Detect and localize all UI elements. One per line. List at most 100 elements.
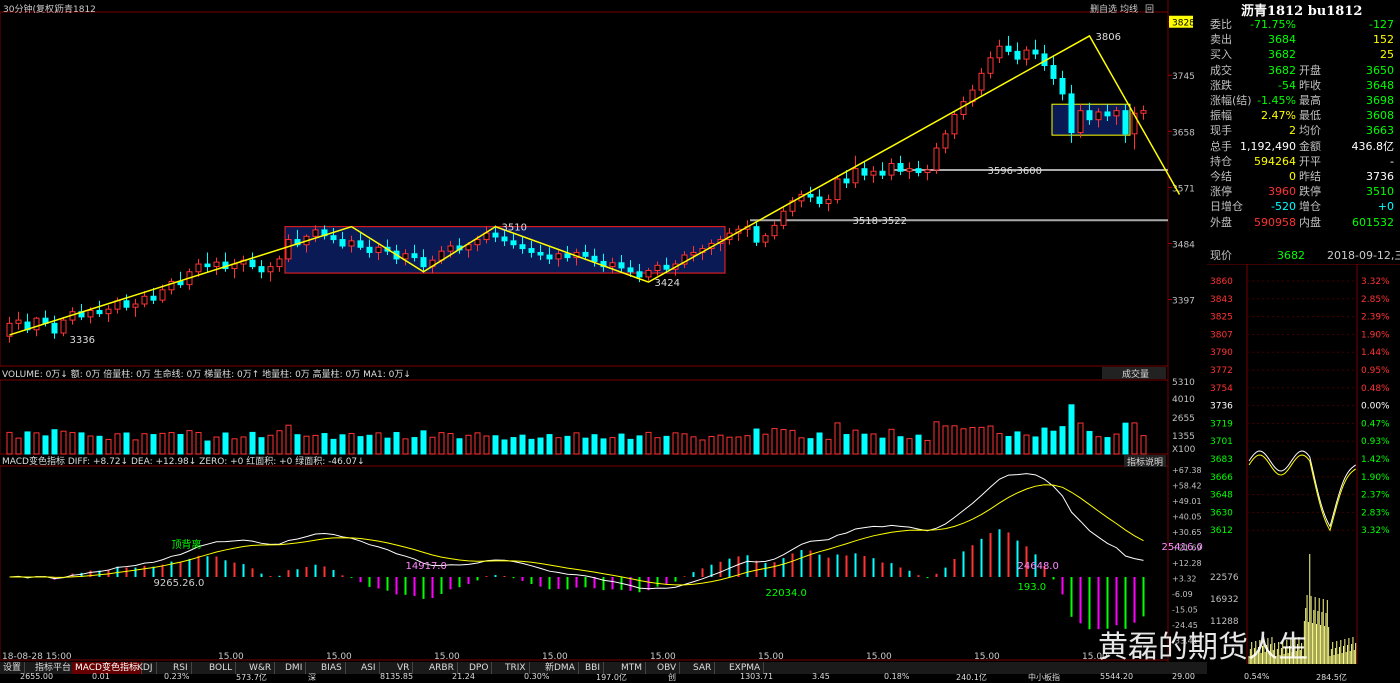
quote-value: 0: [1289, 170, 1296, 183]
status-value: 0.18%: [884, 672, 910, 681]
quote-label: 增仓: [1299, 200, 1321, 214]
candle-body: [132, 303, 139, 308]
volume-bar: [663, 435, 670, 455]
candle-body: [267, 266, 274, 273]
mini-right-tick: 3.32%: [1361, 277, 1390, 287]
chart-area[interactable]: 3745 3658 3571 3484 3397 3828 3336 3510 3424 3518…: [0, 0, 1400, 682]
quote-label: 持仓: [1210, 154, 1232, 168]
symbol-label: 沥青1812: [55, 5, 96, 15]
indicator-tab[interactable]: BIAS: [318, 662, 346, 674]
mini-left-tick: 3683: [1210, 455, 1233, 465]
price-annotation: 3510: [502, 223, 527, 234]
volume-bar: [735, 436, 742, 455]
volume-bar: [825, 438, 832, 455]
price-annotation: 3596-3600: [988, 166, 1043, 177]
time-axis-label: 15.00: [434, 652, 460, 662]
quote-label: 现手: [1210, 124, 1232, 138]
volume-bar: [627, 438, 634, 455]
indicator-tab[interactable]: KDJ: [134, 662, 157, 674]
quote-label: 最低: [1299, 109, 1321, 123]
quote-value: 3698: [1366, 94, 1394, 107]
candle-body: [564, 253, 571, 259]
mini-left-tick: 3719: [1210, 419, 1233, 429]
candle-body: [888, 163, 895, 176]
quote-label: 金额: [1299, 139, 1321, 153]
candle-body: [492, 232, 499, 238]
kline-chart-svg[interactable]: 3745365835713484339738283336351034243518…: [0, 0, 1207, 662]
time-axis-label: 15.00: [650, 652, 676, 662]
indicator-tab[interactable]: ASI: [358, 662, 380, 674]
volume-bar: [609, 437, 616, 455]
candle-body: [402, 253, 409, 260]
mini-right-tick: 2.83%: [1361, 508, 1390, 518]
mini-left-tick: 3701: [1210, 437, 1233, 447]
volume-bar: [186, 430, 193, 455]
quote-label: 外盘: [1210, 215, 1232, 229]
price-annotation: 3806: [1096, 32, 1121, 43]
volume-bar: [798, 437, 805, 455]
quote-label: 内盘: [1299, 215, 1321, 229]
volume-bar: [222, 432, 229, 455]
quote-label: 涨停: [1210, 185, 1232, 199]
candle-body: [834, 178, 841, 201]
status-value: 21.24: [452, 672, 475, 681]
volume-bar: [843, 434, 850, 455]
volume-bar: [240, 436, 247, 455]
candle-body: [870, 170, 877, 176]
volume-bar: [573, 432, 580, 455]
mini-right-tick: 2.37%: [1361, 491, 1390, 501]
candle-body: [411, 253, 418, 259]
candle-body: [330, 235, 337, 241]
candle-body: [285, 239, 292, 260]
candle-body: [51, 322, 58, 334]
quote-value: 3684: [1268, 33, 1296, 47]
quote-label: 买入: [1210, 48, 1232, 62]
volume-bar: [510, 437, 517, 455]
quote-value: -: [1390, 154, 1394, 168]
ma-toggle-button[interactable]: 均线: [1120, 2, 1138, 15]
indicator-tab[interactable]: DMI: [282, 662, 307, 674]
volume-bar: [78, 432, 85, 455]
volume-bar: [456, 438, 463, 455]
indicator-tab[interactable]: SAR: [690, 662, 716, 674]
indicator-tab[interactable]: BOLL: [206, 662, 237, 674]
volume-bar: [861, 433, 868, 455]
quote-label: 昨结: [1299, 170, 1321, 183]
quote-row: 涨停 3960 跌停 3510: [1207, 184, 1400, 200]
volume-bar: [465, 434, 472, 455]
mini-right-tick: 1.44%: [1361, 348, 1390, 358]
candle-body: [204, 263, 211, 268]
macd-annotation: 24648.0: [1018, 561, 1059, 572]
volume-bar: [168, 432, 175, 455]
volume-bar: [348, 432, 355, 455]
volume-bar: [6, 431, 13, 455]
quote-label: 昨收: [1299, 78, 1321, 92]
candle-body: [1059, 77, 1066, 95]
intraday-mini-chart[interactable]: 3860 3.32% 3843 2.85% 3825 2.39% 3807 1.90% 3790…: [1207, 264, 1400, 679]
macd-tick-label: +58.42: [1172, 482, 1202, 491]
quote-row: 涨跌 -54 昨收 3648: [1207, 78, 1400, 94]
back-button[interactable]: 回: [1145, 2, 1154, 15]
mini-right-tick: 0.00%: [1361, 402, 1390, 412]
candle-body: [1104, 111, 1111, 117]
volume-tick-label: 2655: [1172, 414, 1195, 424]
quote-row: 总手 1,192,490 金额 436.8亿: [1207, 139, 1400, 155]
price-tick-label: 3828: [1172, 19, 1195, 29]
candle-body: [906, 168, 913, 172]
status-value: 2655.00: [20, 672, 54, 681]
quote-label: 成交: [1210, 63, 1232, 77]
volume-bar: [402, 438, 409, 455]
volume-bar: [87, 435, 94, 455]
trend-line: [9, 34, 1181, 336]
candle-body: [159, 289, 166, 301]
price-label: 现价: [1210, 249, 1232, 262]
candle-body: [1140, 110, 1147, 114]
status-value: 0.54%: [1244, 672, 1270, 681]
volume-bar: [159, 432, 166, 455]
remove-favorite-button[interactable]: 删自选: [1090, 2, 1117, 15]
macd-tick-label: +30.65: [1172, 528, 1202, 537]
volume-label: VOLUME: 0万↓ 额: 0万 倍量柱: 0万 生命线: 0万 梯量柱: 0…: [2, 368, 411, 380]
candle-body: [663, 264, 670, 270]
volume-bar: [681, 433, 688, 455]
candle-body: [591, 255, 598, 262]
